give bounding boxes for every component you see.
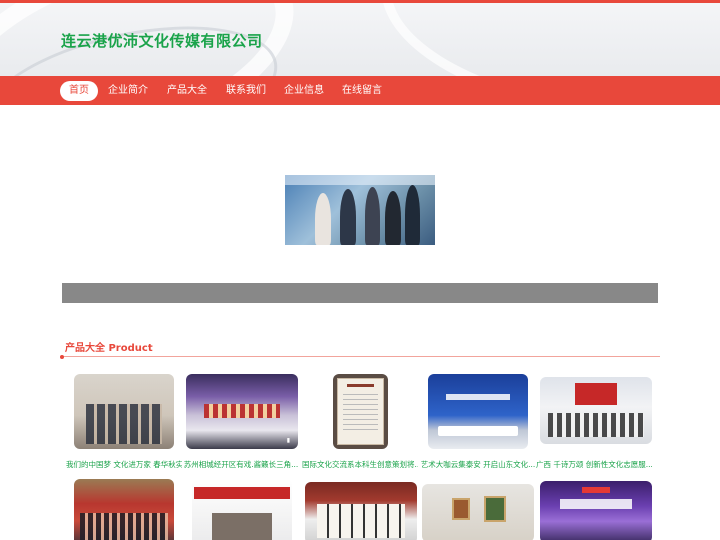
banner-image	[285, 175, 435, 245]
product-image[interactable]	[428, 374, 528, 449]
main-nav: 首页 企业简介 产品大全 联系我们 企业信息 在线留言	[0, 76, 720, 105]
product-image[interactable]: ▮	[186, 374, 298, 449]
nav-item-products[interactable]: 产品大全	[163, 81, 211, 101]
section-divider	[62, 356, 660, 357]
section-title: 产品大全 Product	[65, 343, 153, 354]
nav-item-info[interactable]: 企业信息	[280, 81, 328, 101]
gray-banner-bar	[62, 283, 658, 303]
product-caption[interactable]: 广西 千诗万颂 创新性文化志愿服...	[536, 459, 652, 470]
product-image[interactable]	[422, 484, 534, 540]
nav-item-message[interactable]: 在线留言	[338, 81, 386, 101]
product-image[interactable]	[74, 479, 174, 540]
product-image[interactable]	[192, 479, 292, 540]
product-image[interactable]	[333, 374, 388, 449]
product-caption[interactable]: 苏州相城经开区有戏.酱籁长三角...	[183, 459, 299, 470]
product-image[interactable]	[305, 482, 417, 540]
product-image[interactable]	[540, 377, 652, 444]
site-title[interactable]: 连云港优沛文化传媒有限公司	[61, 30, 263, 51]
product-caption[interactable]: 艺术大咖云集泰安 开启山东文化...	[420, 459, 536, 470]
section-divider-dot	[60, 355, 64, 359]
product-caption[interactable]: 我们的中国梦 文化进万家 春华秋实...	[66, 459, 182, 470]
nav-item-contact[interactable]: 联系我们	[222, 81, 270, 101]
product-image[interactable]	[74, 374, 174, 449]
nav-item-home[interactable]: 首页	[60, 81, 98, 101]
header-decoration	[368, 3, 720, 76]
product-image[interactable]	[540, 481, 652, 540]
site-header: 连云港优沛文化传媒有限公司	[0, 3, 720, 76]
product-caption[interactable]: 国际文化交流系本科生创意策划将...	[302, 459, 418, 470]
nav-item-about[interactable]: 企业简介	[104, 81, 152, 101]
